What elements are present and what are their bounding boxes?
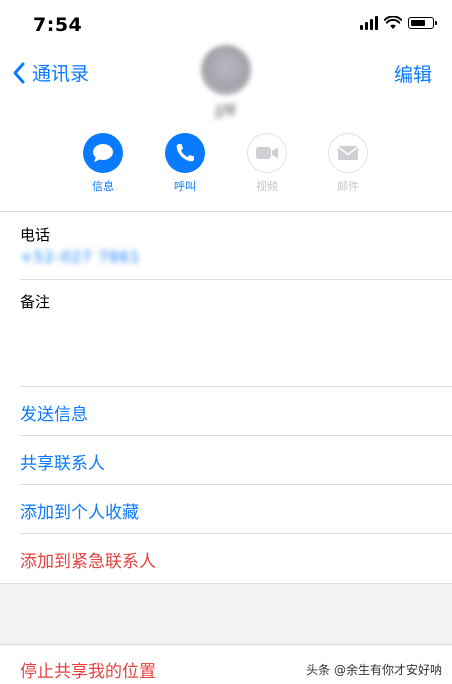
status-icons: [360, 16, 437, 30]
mail-icon: [338, 146, 358, 160]
video-icon: [256, 147, 278, 159]
header-divider: [0, 211, 452, 212]
row-divider: [20, 533, 452, 534]
stop-sharing-location-link[interactable]: 停止共享我的位置: [20, 657, 156, 682]
status-time: 7:54: [33, 14, 83, 36]
phone-divider: [20, 279, 452, 280]
message-icon: [93, 144, 113, 162]
phone-icon: [176, 144, 194, 162]
notes-divider: [20, 386, 452, 387]
phone-number[interactable]: +52-027 7861: [20, 248, 141, 266]
row-divider: [20, 484, 452, 485]
add-emergency-contact-link[interactable]: 添加到紧急联系人: [20, 547, 156, 572]
mail-action-button[interactable]: 邮件: [318, 133, 378, 194]
group-divider: [0, 644, 452, 645]
back-button[interactable]: 通讯录: [10, 59, 89, 86]
call-action-button[interactable]: 呼叫: [155, 133, 215, 194]
call-action-label: 呼叫: [174, 180, 196, 193]
chevron-left-icon: [13, 62, 25, 83]
message-action-button[interactable]: 信息: [73, 133, 133, 194]
battery-icon: [408, 17, 437, 29]
status-bar: 7:54: [0, 0, 452, 50]
wifi-icon: [384, 16, 402, 29]
section-separator: [0, 584, 452, 644]
contact-avatar: [201, 45, 251, 95]
watermark: 头条 @余生有你才安好呐: [306, 663, 442, 677]
notes-field[interactable]: [20, 312, 440, 380]
video-action-label: 视频: [256, 180, 278, 193]
cellular-signal-icon: [360, 16, 378, 30]
quick-actions: 信息 呼叫 视频 邮件: [0, 133, 452, 203]
share-contact-link[interactable]: 共享联系人: [20, 449, 105, 474]
contact-name: JJ琴: [215, 104, 237, 119]
back-button-label: 通讯录: [32, 63, 90, 85]
mail-action-label: 邮件: [337, 180, 359, 193]
video-action-button[interactable]: 视频: [237, 133, 297, 194]
send-message-link[interactable]: 发送信息: [20, 400, 88, 425]
edit-button[interactable]: 编辑: [394, 60, 432, 87]
add-to-favorites-link[interactable]: 添加到个人收藏: [20, 498, 139, 523]
phone-label: 电话: [20, 226, 51, 244]
message-action-label: 信息: [92, 180, 114, 193]
notes-label: 备注: [20, 293, 51, 311]
row-divider: [20, 435, 452, 436]
